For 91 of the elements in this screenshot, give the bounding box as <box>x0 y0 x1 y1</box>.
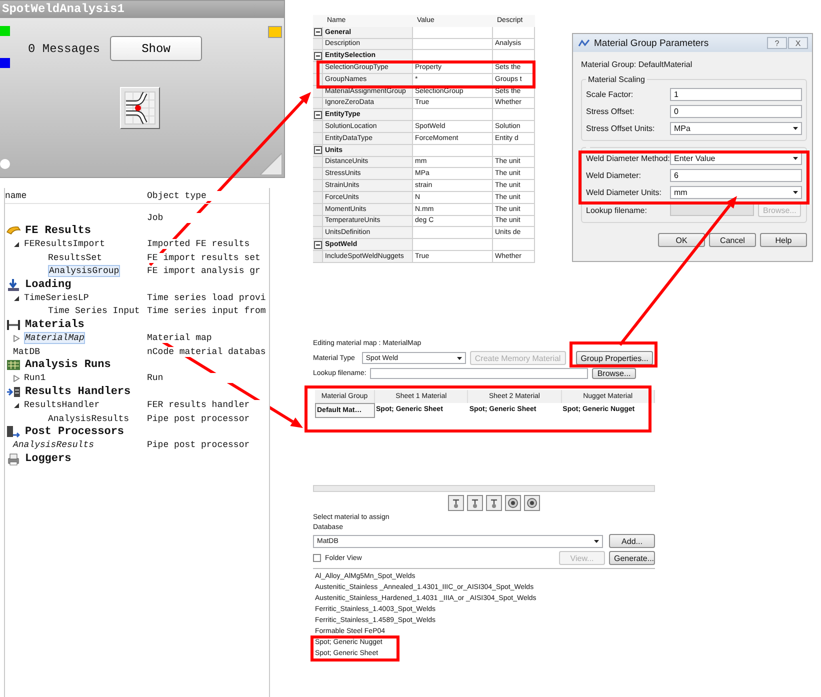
input-field[interactable]: 0 <box>670 105 802 118</box>
category-label[interactable]: Loggers <box>25 453 72 466</box>
generate-button[interactable]: Generate... <box>609 551 655 565</box>
dialog-button[interactable]: Help <box>760 233 807 247</box>
close-button[interactable]: X <box>788 37 808 49</box>
collapse-icon[interactable] <box>314 52 322 60</box>
field-label: Weld Diameter Method: <box>586 154 670 163</box>
expander-icon[interactable] <box>13 402 20 409</box>
dropdown[interactable]: MPa <box>670 122 802 135</box>
window-title: SpotWeldAnalysis1 <box>0 1 284 18</box>
field-label: Stress Offset: <box>586 107 636 116</box>
add-button[interactable]: Add... <box>609 534 655 548</box>
toolbar-button[interactable] <box>448 495 464 511</box>
table-cell <box>493 109 535 122</box>
pin-icon <box>450 497 462 509</box>
caret-icon <box>456 356 462 360</box>
expander-icon[interactable] <box>13 294 20 302</box>
tree-item[interactable]: AnalysisGroup <box>48 265 120 278</box>
resize-grip-icon[interactable] <box>260 153 282 175</box>
group-properties-button[interactable]: Group Properties... <box>576 351 654 365</box>
app-icon <box>578 38 590 48</box>
category-icon <box>6 318 21 332</box>
weld-button[interactable] <box>120 87 160 129</box>
caret-icon <box>793 157 798 160</box>
field-label: Scale Factor: <box>586 90 634 99</box>
expander-icon[interactable] <box>13 240 20 248</box>
input-field[interactable]: 6 <box>670 169 802 182</box>
category-icon <box>6 452 21 466</box>
row-header <box>313 168 323 180</box>
disc-icon <box>507 497 519 509</box>
scrollbar[interactable] <box>313 485 655 492</box>
category-label[interactable]: Analysis Runs <box>25 359 111 372</box>
collapse-icon[interactable] <box>314 28 322 36</box>
show-button[interactable]: Show <box>110 36 202 61</box>
tree-item[interactable]: FEResultsImport <box>24 239 106 250</box>
spot-weld-icon <box>124 91 156 125</box>
tree-item[interactable]: AnalysisResults <box>48 414 130 424</box>
table-cell <box>493 26 535 39</box>
browse-button[interactable]: Browse... <box>592 368 636 379</box>
collapse-icon[interactable] <box>314 240 322 249</box>
tree-item[interactable]: Run1 <box>24 373 46 384</box>
category-icon <box>6 358 21 372</box>
field-label: Lookup filename: <box>586 206 648 214</box>
field-label: Weld Diameter: <box>586 171 642 180</box>
pin-icon <box>469 497 481 509</box>
category-icon <box>6 278 21 292</box>
tree-item[interactable]: TimeSeriesLP <box>24 293 89 304</box>
table-cell <box>493 144 535 157</box>
group-label: Material Group: DefaultMaterial <box>581 60 694 69</box>
object-type: FER results handler <box>147 400 269 410</box>
category-label[interactable]: Loading <box>25 278 72 291</box>
help-button[interactable]: ? <box>767 37 787 49</box>
tree-item[interactable]: ResultsSet <box>48 252 102 263</box>
field-label: Weld Diameter Units: <box>586 188 662 197</box>
tree-item[interactable]: MaterialMap <box>24 332 86 344</box>
input-field[interactable]: 1 <box>670 88 802 101</box>
field-label: Stress Offset Units: <box>586 124 656 133</box>
port-marker <box>268 26 282 38</box>
tree-item[interactable]: ResultsHandler <box>24 400 100 410</box>
port-marker <box>0 26 10 36</box>
table-cell <box>493 239 535 251</box>
group-title: Material Scaling <box>587 75 646 84</box>
tree-item[interactable]: Time Series Input <box>48 306 140 316</box>
toolbar-button[interactable] <box>505 495 521 511</box>
dialog-button[interactable]: Cancel <box>709 233 756 247</box>
disc-icon <box>526 497 538 509</box>
pin-icon <box>488 497 500 509</box>
row-header <box>313 180 323 192</box>
category-icon <box>6 385 21 400</box>
input-field[interactable] <box>370 368 588 379</box>
dialog-title: Material Group Parameters <box>594 38 709 48</box>
collapse-icon[interactable] <box>314 110 322 119</box>
dialog-button[interactable]: OK <box>658 233 705 247</box>
message-count: 0 Messages <box>28 42 100 56</box>
toolbar-button[interactable] <box>486 495 502 511</box>
caret-icon <box>594 540 599 542</box>
row-header <box>313 204 323 216</box>
row-header <box>313 192 323 204</box>
category-icon <box>6 425 21 440</box>
caret-icon <box>793 127 798 130</box>
toolbar-button[interactable] <box>524 495 540 511</box>
row-header <box>313 216 323 228</box>
tree-item[interactable]: AnalysisResults <box>13 440 94 450</box>
dropdown[interactable]: mm <box>670 186 802 199</box>
collapse-icon[interactable] <box>314 146 322 154</box>
checkbox[interactable] <box>313 554 321 562</box>
toolbar-button[interactable] <box>467 495 483 511</box>
port-marker <box>0 58 10 68</box>
caret-icon <box>793 191 798 194</box>
port-marker <box>0 159 10 169</box>
tree-item[interactable]: MatDB <box>13 346 40 357</box>
